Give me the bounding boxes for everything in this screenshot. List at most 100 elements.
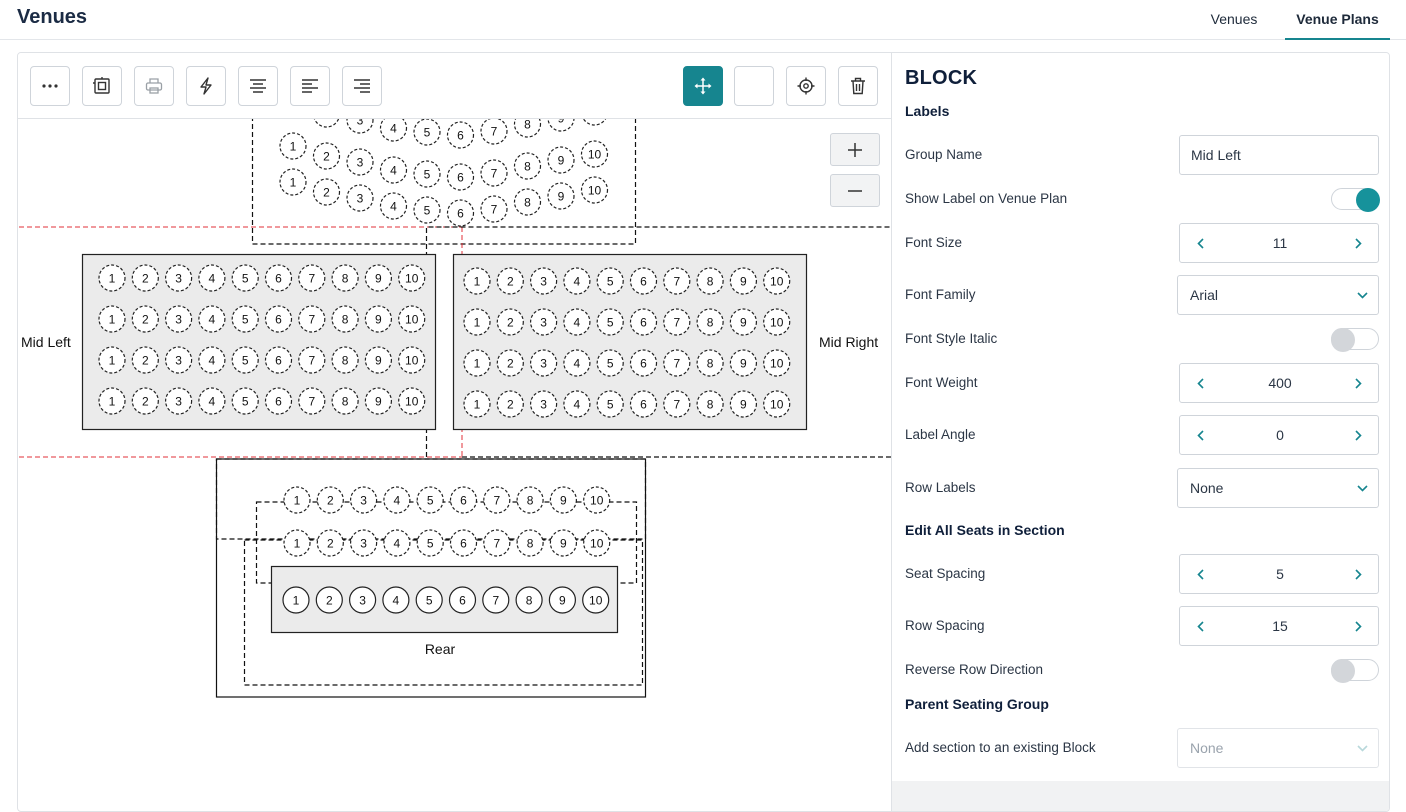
seat[interactable]: 1 [463, 390, 491, 418]
seat[interactable]: 4 [563, 267, 591, 295]
seat[interactable]: 7 [298, 264, 326, 292]
align-right-button[interactable] [342, 66, 382, 106]
seat[interactable]: 7 [298, 346, 326, 374]
seat[interactable]: 8 [331, 264, 359, 292]
align-left-button[interactable] [290, 66, 330, 106]
font-italic-toggle[interactable] [1331, 328, 1379, 352]
more-options-button[interactable] [30, 66, 70, 106]
seat[interactable]: 5 [413, 196, 441, 224]
seat[interactable]: 2 [496, 349, 524, 377]
tab-venues[interactable]: Venues [1190, 0, 1278, 40]
seat[interactable]: 7 [663, 390, 691, 418]
seat[interactable]: 1 [463, 267, 491, 295]
seat[interactable]: 6 [449, 529, 478, 557]
seat[interactable]: 2 [316, 486, 344, 514]
seat[interactable]: 4 [383, 486, 411, 514]
zoom-out-button[interactable] [830, 174, 880, 207]
seat[interactable]: 3 [350, 529, 378, 557]
seat[interactable]: 4 [563, 390, 591, 418]
seat[interactable]: 9 [729, 308, 758, 336]
seat[interactable]: 4 [563, 349, 591, 377]
row-spacing-decrement[interactable] [1180, 607, 1220, 645]
seat[interactable]: 5 [231, 264, 259, 292]
label-angle-stepper[interactable]: 0 [1179, 415, 1379, 455]
seat[interactable]: 3 [529, 267, 558, 295]
seat[interactable]: 3 [350, 486, 378, 514]
seat[interactable]: 5 [231, 346, 259, 374]
seat[interactable]: 9 [547, 146, 575, 174]
seat[interactable]: 8 [516, 529, 544, 557]
seat[interactable]: 8 [331, 387, 359, 415]
seat[interactable]: 4 [379, 156, 408, 184]
row-labels-select[interactable]: None [1177, 468, 1379, 508]
row-spacing-increment[interactable] [1338, 607, 1378, 645]
seat[interactable]: 6 [629, 267, 658, 295]
seat[interactable]: 3 [346, 184, 374, 212]
show-label-toggle[interactable] [1331, 188, 1380, 212]
move-tool-button[interactable] [683, 66, 723, 106]
seat[interactable]: 2 [496, 390, 524, 418]
seat[interactable]: 9 [729, 349, 758, 377]
seat[interactable]: 2 [496, 267, 524, 295]
seat[interactable]: 6 [446, 163, 475, 191]
seat[interactable]: 10 [398, 264, 426, 292]
seat[interactable]: 1 [98, 305, 126, 333]
seat[interactable]: 9 [364, 264, 392, 292]
seat[interactable]: 2 [316, 529, 344, 557]
seat[interactable]: 7 [483, 529, 511, 557]
font-weight-increment[interactable] [1338, 364, 1378, 402]
seat-spacing-decrement[interactable] [1180, 555, 1220, 593]
seat[interactable]: 7 [663, 267, 691, 295]
seat[interactable]: 5 [413, 160, 441, 188]
row-spacing-stepper[interactable]: 15 [1179, 606, 1379, 646]
seat[interactable]: 9 [548, 586, 577, 614]
seat[interactable]: 10 [398, 387, 426, 415]
reverse-row-toggle[interactable] [1331, 659, 1379, 683]
seat[interactable]: 3 [349, 586, 377, 614]
seat[interactable]: 10 [580, 176, 609, 204]
seat[interactable]: 6 [446, 121, 475, 149]
seat[interactable]: 4 [198, 387, 226, 415]
seat[interactable]: 7 [663, 308, 691, 336]
print-button[interactable] [134, 66, 174, 106]
seat[interactable]: 3 [529, 349, 558, 377]
seat[interactable]: 5 [596, 267, 624, 295]
seat[interactable]: 5 [413, 119, 441, 146]
seat[interactable]: 6 [264, 346, 293, 374]
seat[interactable]: 1 [98, 387, 126, 415]
seat[interactable]: 4 [563, 308, 591, 336]
seat[interactable]: 1 [463, 349, 491, 377]
seat[interactable]: 10 [582, 586, 610, 614]
seat[interactable]: 3 [529, 390, 558, 418]
seat[interactable]: 9 [549, 529, 578, 557]
seat[interactable]: 9 [364, 305, 392, 333]
seat[interactable]: 2 [131, 264, 159, 292]
seat[interactable]: 5 [596, 390, 624, 418]
seat[interactable]: 1 [283, 486, 311, 514]
seat[interactable]: 2 [131, 346, 159, 374]
seat[interactable]: 1 [279, 168, 307, 196]
seat[interactable]: 7 [480, 195, 508, 223]
seat[interactable]: 8 [513, 119, 542, 138]
seat[interactable]: 9 [549, 486, 578, 514]
select-area-button[interactable] [82, 66, 122, 106]
seat[interactable]: 1 [283, 529, 311, 557]
seat[interactable]: 10 [763, 349, 791, 377]
seat[interactable]: 6 [629, 390, 658, 418]
seat[interactable]: 8 [696, 349, 724, 377]
seat[interactable]: 5 [416, 486, 444, 514]
seat[interactable]: 9 [364, 387, 392, 415]
seat[interactable]: 4 [379, 192, 408, 220]
seat[interactable]: 6 [264, 264, 293, 292]
seat[interactable]: 6 [264, 387, 293, 415]
seat[interactable]: 4 [379, 119, 408, 142]
seat[interactable]: 7 [663, 349, 691, 377]
seat[interactable]: 10 [582, 119, 608, 126]
seat[interactable]: 8 [331, 346, 359, 374]
seat[interactable]: 10 [580, 140, 609, 168]
seat[interactable]: 3 [165, 387, 193, 415]
seat[interactable]: 8 [515, 586, 543, 614]
seat[interactable]: 5 [596, 308, 624, 336]
seat[interactable]: 5 [415, 586, 443, 614]
seat[interactable]: 4 [198, 346, 226, 374]
